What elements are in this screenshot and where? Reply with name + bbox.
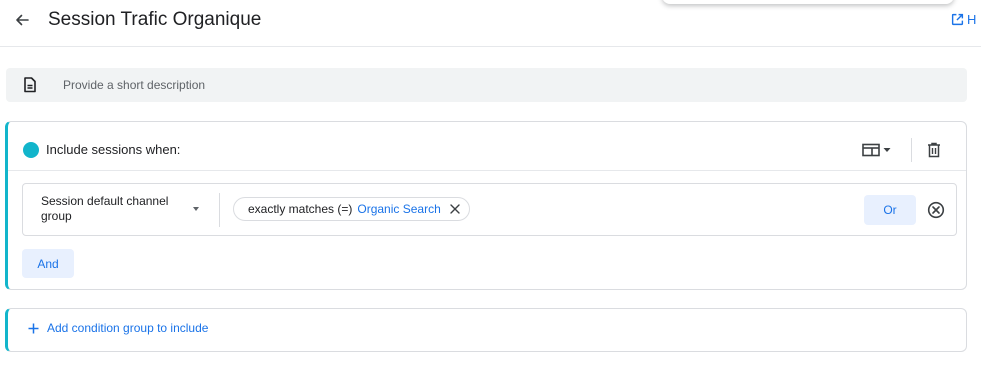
page-title: Session Trafic Organique [48,9,262,30]
dropdown-caret-icon [193,207,199,211]
remove-condition-button[interactable] [926,200,946,220]
chip-operator: exactly matches (=) [248,202,353,216]
plus-icon [28,323,39,333]
back-button[interactable] [12,10,32,30]
delete-group-button[interactable] [924,140,944,160]
dimension-label: Session default channel group [41,194,169,223]
add-condition-group-card: Add condition group to include [5,308,967,352]
include-condition-group: Include sessions when: Session default c… [5,121,967,290]
chip-value: Organic Search [357,202,441,216]
close-icon [450,204,460,214]
and-button[interactable]: And [22,249,74,278]
help-link[interactable]: H [951,12,976,27]
condition-row: Session default channel group exactly ma… [22,183,957,236]
condition-scope-button[interactable] [862,140,898,160]
add-condition-group-button[interactable]: Add condition group to include [28,321,208,335]
condition-chip[interactable]: exactly matches (=) Organic Search [233,197,470,221]
group-indicator-dot [23,142,39,158]
header-divider [911,138,912,162]
floating-panel [662,0,954,4]
document-icon [23,77,37,93]
trash-icon [928,142,940,158]
arrow-left-icon [16,14,29,26]
chevron-down-icon [883,148,891,152]
or-button[interactable]: Or [864,195,916,225]
description-input[interactable] [61,77,865,93]
help-link-label: H [967,12,977,27]
group-title: Include sessions when: [46,142,181,157]
description-bar [6,68,967,102]
condition-divider [219,193,220,227]
circle-x-icon [927,201,945,219]
open-in-new-icon [951,13,964,26]
dimension-select[interactable]: Session default channel group [23,184,219,235]
add-condition-group-label: Add condition group to include [47,321,209,335]
group-header: Include sessions when: [8,122,966,171]
top-bar: Session Trafic Organique H [0,0,981,47]
chip-remove-button[interactable] [449,203,461,215]
scope-table-icon [862,143,880,157]
